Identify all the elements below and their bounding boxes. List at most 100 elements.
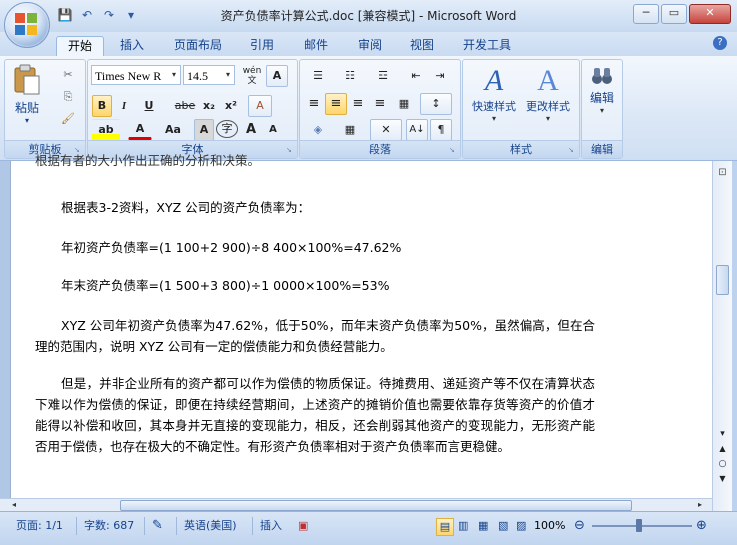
maximize-button[interactable]: ▭ <box>661 4 687 24</box>
font-name-combo[interactable]: Times New R ▾ <box>91 65 181 85</box>
select-browse-object-icon[interactable]: ○ <box>717 458 728 470</box>
enclose-chars-button[interactable]: 字 <box>216 120 238 138</box>
multilevel-list-button[interactable]: ☲ <box>367 65 399 87</box>
clear-formatting-button[interactable]: A <box>248 95 272 117</box>
print-layout-view-icon[interactable]: ▤ <box>436 518 454 536</box>
underline-button[interactable]: U <box>136 95 162 117</box>
show-marks-button[interactable]: ¶ <box>430 119 452 141</box>
bullets-button[interactable]: ☰ <box>303 65 333 87</box>
zoom-slider-thumb[interactable] <box>636 519 642 532</box>
office-button[interactable] <box>4 2 50 48</box>
next-page-icon[interactable]: ▼ <box>717 473 728 485</box>
full-screen-view-icon[interactable]: ▥ <box>458 518 468 534</box>
page-count[interactable]: 页面: 1/1 <box>16 518 63 534</box>
vertical-scrollbar[interactable]: ⊡ ▾ ▲ ○ ▼ <box>712 161 732 511</box>
align-left-button[interactable]: ≡ <box>303 93 325 115</box>
editing-button[interactable]: 编辑 ▾ <box>584 66 620 136</box>
font-size-combo[interactable]: 14.5 ▾ <box>183 65 235 85</box>
numbering-button[interactable]: ☷ <box>335 65 365 87</box>
tab-developer[interactable]: 开发工具 <box>454 36 520 56</box>
tab-insert[interactable]: 插入 <box>110 36 154 56</box>
italic-button[interactable]: I <box>114 95 134 117</box>
distributed-button[interactable]: ▦ <box>393 93 415 115</box>
zoom-in-icon[interactable]: ⊕ <box>696 518 707 534</box>
scroll-left-icon[interactable]: ◂ <box>12 500 16 509</box>
shrink-font-button[interactable]: A <box>262 119 284 141</box>
change-styles-button[interactable]: A 更改样式 ▾ <box>521 64 575 134</box>
tab-mailings[interactable]: 邮件 <box>294 36 338 56</box>
copy-icon[interactable]: ⎘ <box>57 86 79 108</box>
quick-styles-icon: A <box>484 64 504 97</box>
line-spacing-button[interactable]: ↕ <box>420 93 452 115</box>
tab-references[interactable]: 引用 <box>240 36 284 56</box>
horizontal-scroll-thumb[interactable] <box>120 500 632 511</box>
web-layout-view-icon[interactable]: ▦ <box>478 518 488 534</box>
word-count[interactable]: 字数: 687 <box>84 518 134 534</box>
tab-home[interactable]: 开始 <box>56 36 104 57</box>
help-icon[interactable]: ? <box>713 36 727 50</box>
format-painter-icon[interactable]: 🖌 <box>57 108 79 130</box>
phonetic-guide-button[interactable]: wén 文 <box>240 65 264 87</box>
char-border-button[interactable]: A <box>266 65 288 87</box>
font-color-button[interactable]: A <box>128 119 152 140</box>
cut-icon[interactable]: ✂ <box>57 64 79 86</box>
asian-layout-button[interactable]: ✕ <box>370 119 402 141</box>
horizontal-scrollbar[interactable]: ◂ ▸ <box>0 498 712 512</box>
minimize-button[interactable]: ─ <box>633 4 659 24</box>
outline-view-icon[interactable]: ▧ <box>498 518 508 534</box>
tab-page-layout[interactable]: 页面布局 <box>166 36 230 56</box>
phonetic-guide-label: wén <box>242 66 262 76</box>
document-page[interactable]: 根据有者的大小作出正确的分析和决策。 根据表3-2资料，XYZ 公司的资产负债率… <box>10 153 713 511</box>
chevron-down-icon[interactable]: ▾ <box>222 66 234 84</box>
insert-mode-status[interactable]: 插入 <box>260 518 282 534</box>
language-status[interactable]: 英语(美国) <box>184 518 237 534</box>
change-styles-arrow-icon: ▾ <box>545 114 550 123</box>
highlight-button[interactable]: ab <box>92 119 120 141</box>
increase-indent-button[interactable]: ⇥ <box>428 65 452 87</box>
quick-access-toolbar: 💾 ↶ ↷ ▾ <box>56 6 140 24</box>
shading-button[interactable]: ◈ <box>303 119 333 141</box>
scroll-right-icon[interactable]: ▸ <box>698 500 702 509</box>
proofing-icon[interactable]: ✎ <box>152 518 163 534</box>
previous-page-icon[interactable]: ▲ <box>717 443 728 455</box>
scroll-down-arrow-icon[interactable]: ▾ <box>717 429 728 440</box>
grow-font-button[interactable]: A <box>240 119 262 141</box>
paste-icon <box>14 64 40 95</box>
font-group: Times New R ▾ 14.5 ▾ wén 文 A B I U abe x… <box>87 59 298 159</box>
paste-arrow-icon[interactable]: ▾ <box>9 116 45 125</box>
zoom-level[interactable]: 100% <box>534 518 565 534</box>
tab-review[interactable]: 审阅 <box>348 36 392 56</box>
superscript-button[interactable]: x² <box>220 95 242 117</box>
document-paragraph-5: 但是，并非企业所有的资产都可以作为偿债的物质保证。待摊费用、递延资产等不仅在清算… <box>35 376 595 454</box>
redo-icon[interactable]: ↷ <box>100 6 118 24</box>
title-bar: 资产负债率计算公式.doc [兼容模式] - Microsoft Word 💾 … <box>0 0 737 33</box>
align-right-button[interactable]: ≡ <box>347 93 369 115</box>
document-paragraph-4: XYZ 公司年初资产负债率为47.62%，低于50%，而年末资产负债率为50%，… <box>35 318 595 354</box>
decrease-indent-button[interactable]: ⇤ <box>404 65 428 87</box>
align-center-button[interactable]: ≡ <box>325 93 347 115</box>
close-button[interactable]: ✕ <box>689 4 731 24</box>
undo-icon[interactable]: ↶ <box>78 6 96 24</box>
zoom-slider-track[interactable] <box>592 525 692 527</box>
draft-view-icon[interactable]: ▨ <box>516 518 526 534</box>
save-icon[interactable]: 💾 <box>56 6 74 24</box>
strikethrough-button[interactable]: abe <box>172 95 198 117</box>
quick-styles-button[interactable]: A 快速样式 ▾ <box>467 64 521 134</box>
document-paragraph-cut: 根据有者的大小作出正确的分析和决策。 <box>35 153 261 168</box>
char-shading-button[interactable]: A <box>194 119 214 141</box>
sort-button[interactable]: A↓ <box>406 119 428 141</box>
change-case-button[interactable]: Aa <box>160 119 186 141</box>
subscript-button[interactable]: x₂ <box>198 95 220 117</box>
zoom-out-icon[interactable]: ⊖ <box>574 518 585 534</box>
borders-button[interactable]: ▦ <box>335 119 365 141</box>
justify-button[interactable]: ≡ <box>369 93 391 115</box>
customize-qat-icon[interactable]: ▾ <box>122 6 140 24</box>
paste-button[interactable]: 粘贴 ▾ <box>9 64 45 132</box>
ruler-toggle-icon[interactable]: ⊡ <box>716 167 729 181</box>
chevron-down-icon[interactable]: ▾ <box>168 66 180 84</box>
bold-button[interactable]: B <box>92 95 112 117</box>
vertical-scroll-thumb[interactable] <box>716 265 729 295</box>
tab-view[interactable]: 视图 <box>400 36 444 56</box>
window-controls: ─ ▭ ✕ <box>633 4 731 24</box>
macro-record-icon[interactable]: ▣ <box>298 518 308 534</box>
